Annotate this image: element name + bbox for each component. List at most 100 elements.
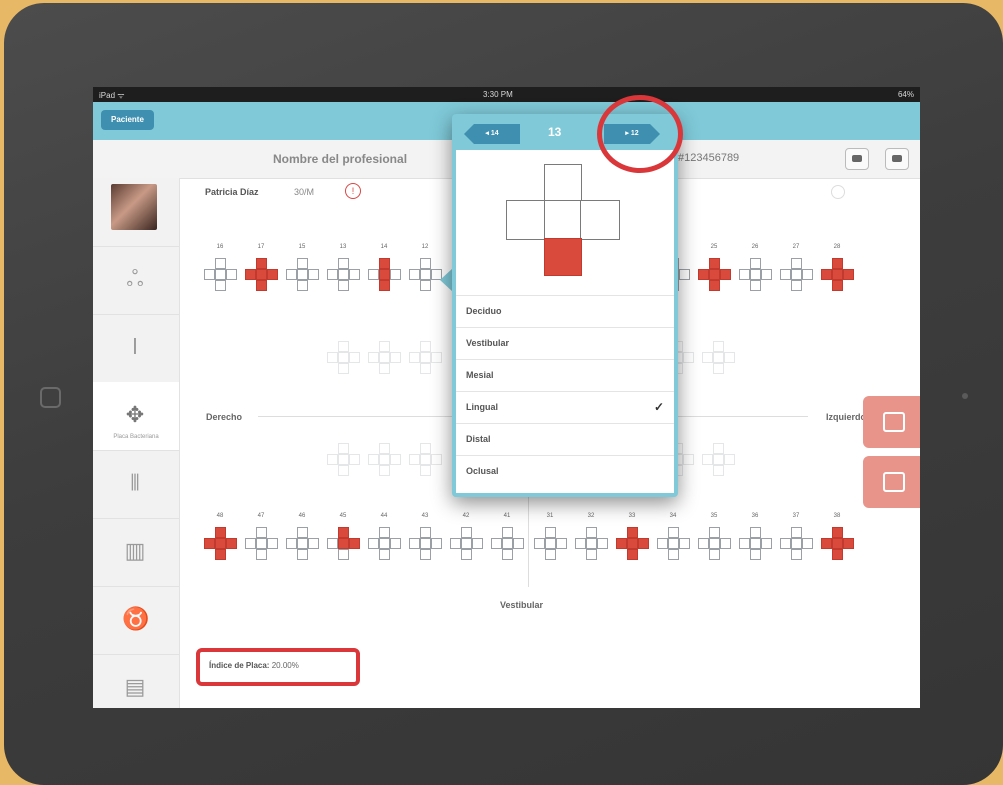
tooth-number: 26	[751, 244, 759, 250]
tooth-chart-item[interactable]	[821, 258, 854, 291]
back-button[interactable]: Paciente	[101, 110, 154, 130]
surface-option-label: Distal	[466, 434, 491, 444]
avatar	[111, 184, 157, 230]
tooth-top-surface[interactable]	[544, 164, 582, 202]
tooth-chart-item[interactable]	[327, 258, 360, 291]
clock-label: 3:30 PM	[483, 90, 513, 99]
tooth-chart-item[interactable]	[409, 443, 442, 476]
record-number: #123456789	[678, 152, 740, 164]
camera-tab[interactable]	[863, 396, 920, 448]
surface-option[interactable]: Deciduo	[456, 295, 674, 327]
tooth-chart-item[interactable]	[616, 527, 649, 560]
right-side-label: Derecho	[206, 412, 243, 422]
tooth-number: 15	[298, 244, 306, 250]
alert-icon[interactable]: !	[345, 183, 361, 199]
tooth-number: 14	[380, 244, 388, 250]
contacts-tab[interactable]	[863, 456, 920, 508]
tooth-chart-item[interactable]	[327, 527, 360, 560]
tooth-bottom-surface[interactable]	[544, 238, 582, 276]
surface-option-label: Vestibular	[466, 338, 510, 348]
tooth-number: 17	[257, 244, 265, 250]
tooth-right-surface[interactable]	[580, 200, 620, 240]
surface-option-label: Deciduo	[466, 306, 502, 316]
tooth-chart-item[interactable]	[698, 527, 731, 560]
surface-option[interactable]: Mesial	[456, 359, 674, 391]
tooth-chart-item[interactable]	[204, 258, 237, 291]
tooth-chart-item[interactable]	[534, 527, 567, 560]
tooth-number: 43	[421, 513, 429, 519]
surface-list: Deciduo Vestibular Mesial Lingual ✓ Distal Ocl…	[456, 295, 674, 487]
tooth-chart-item[interactable]	[327, 341, 360, 374]
surface-option[interactable]: Vestibular	[456, 327, 674, 359]
tooth-chart-item[interactable]	[409, 258, 442, 291]
tooth-chart-item[interactable]	[821, 527, 854, 560]
tooth-center-surface[interactable]	[544, 200, 582, 240]
tooth-chart-item[interactable]	[702, 443, 735, 476]
prev-tooth-button[interactable]: ◂ 14	[464, 124, 520, 144]
home-button[interactable]	[40, 387, 61, 408]
tooth-chart-item[interactable]	[739, 527, 772, 560]
sidebar-item-plaque[interactable]: ✥ Placa Bacteriana	[93, 382, 179, 451]
surface-option[interactable]: Distal	[456, 423, 674, 455]
surface-option[interactable]: Oclusal	[456, 455, 674, 487]
battery-label: 64%	[897, 90, 914, 99]
sidebar-item-patient[interactable]	[93, 178, 179, 247]
tooth-chart-item[interactable]	[204, 527, 237, 560]
tooth-number: 25	[710, 244, 718, 250]
plaque-index-value: 20.00%	[271, 661, 299, 670]
tooth-chart-item[interactable]	[368, 443, 401, 476]
tooth-left-surface[interactable]	[506, 200, 546, 240]
sidebar-item-tooth[interactable]: ♉	[93, 586, 179, 655]
tooth-number: 31	[546, 513, 554, 519]
tooth-chart-item[interactable]	[657, 527, 690, 560]
tooth-chart-item[interactable]	[286, 258, 319, 291]
sidebar-item-instruments[interactable]: ⫴	[93, 450, 179, 519]
tooth-chart-item[interactable]	[491, 527, 524, 560]
tooth-chart-item[interactable]	[698, 258, 731, 291]
surface-option[interactable]: Lingual ✓	[456, 391, 674, 423]
sidebar-item-document[interactable]: ▤	[93, 654, 179, 708]
tooth-chart-item[interactable]	[739, 258, 772, 291]
plaque-index: Índice de Placa: 20.00%	[196, 648, 360, 686]
surface-option-label: Mesial	[466, 370, 494, 380]
professional-name: Nombre del profesional	[273, 152, 408, 166]
tooth-chart-item[interactable]	[409, 527, 442, 560]
tooth-icon: ♉	[122, 606, 150, 631]
tooth-number: 33	[628, 513, 636, 519]
settings-icon[interactable]	[831, 185, 845, 199]
mail-icon[interactable]	[885, 148, 909, 170]
tooth-number: 44	[380, 513, 388, 519]
print-icon[interactable]	[845, 148, 869, 170]
sidebar-item-odontogram[interactable]: ஃ	[93, 246, 179, 315]
tooth-chart-item[interactable]	[368, 341, 401, 374]
status-bar: iPad ᯤ 3:30 PM 64%	[93, 87, 920, 102]
tooth-number: 38	[833, 513, 841, 519]
tooth-chart-item[interactable]	[780, 258, 813, 291]
sidebar-item-probe[interactable]: ǀ	[93, 314, 179, 383]
sidebar: ஃ ǀ ✥ Placa Bacteriana ⫴ ▥ ♉ ▤	[93, 178, 180, 708]
tooth-chart-item[interactable]	[780, 527, 813, 560]
tooth-number: 36	[751, 513, 759, 519]
tooth-chart-item[interactable]	[245, 258, 278, 291]
tooth-number: 34	[669, 513, 677, 519]
tooth-chart-item[interactable]	[450, 527, 483, 560]
popover-title: 13	[548, 125, 562, 139]
trash-icon: ▥	[124, 538, 146, 563]
tooth-chart-item[interactable]	[368, 258, 401, 291]
tooth-number: 37	[792, 513, 800, 519]
sidebar-item-trash[interactable]: ▥	[93, 518, 179, 587]
tooth-number: 13	[339, 244, 347, 250]
tooth-chart-item[interactable]	[286, 527, 319, 560]
tooth-chart-item[interactable]	[575, 527, 608, 560]
camera-dot	[962, 393, 968, 399]
tooth-chart-item[interactable]	[327, 443, 360, 476]
carrier-label: iPad ᯤ	[99, 91, 125, 100]
tooth-chart-item[interactable]	[409, 341, 442, 374]
document-icon: ▤	[124, 674, 146, 699]
tooth-chart-item[interactable]	[368, 527, 401, 560]
tooth-chart-item[interactable]	[245, 527, 278, 560]
next-button-highlight	[597, 95, 683, 173]
vestibular-label: Vestibular	[500, 600, 544, 610]
tooth-chart-item[interactable]	[702, 341, 735, 374]
surface-option-label: Oclusal	[466, 466, 499, 476]
